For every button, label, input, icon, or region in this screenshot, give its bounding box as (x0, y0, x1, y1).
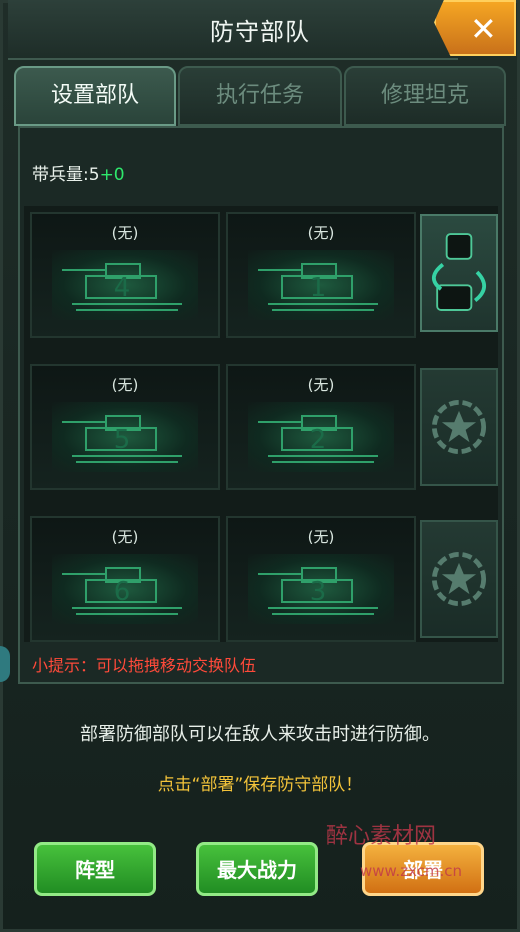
close-icon: ✕ (470, 10, 497, 48)
slot-empty-label: (无) (307, 376, 335, 394)
slot-number: 6 (114, 577, 131, 607)
locked-row-3 (420, 520, 498, 638)
tank-silhouette-icon: 1 (258, 263, 378, 311)
star-emblem-icon (431, 551, 487, 607)
tab-repair[interactable]: 修理坦克 (344, 66, 506, 126)
tank-silhouette-icon: 6 (62, 567, 182, 615)
tank-silhouette-icon: 2 (258, 415, 378, 463)
troop-label: 带兵量: (32, 165, 89, 185)
tank-slot-2[interactable]: (无) 2 (226, 364, 416, 490)
watermark-url: www.zxcm.cn (360, 862, 463, 880)
tank-silhouette-icon: 3 (258, 567, 378, 615)
tab-label: 执行任务 (215, 83, 304, 108)
watermark-text: 醉心素材网 (326, 824, 437, 849)
slot-empty-label: (无) (111, 528, 139, 546)
tank-slot-3[interactable]: (无) 3 (226, 516, 416, 642)
tab-mission[interactable]: 执行任务 (178, 66, 342, 126)
tab-label: 设置部队 (50, 83, 139, 108)
tab-label: 修理坦克 (380, 83, 469, 108)
swap-formation-button[interactable] (420, 214, 498, 332)
troop-base: 5 (88, 165, 100, 185)
star-emblem-icon (431, 399, 487, 455)
slot-empty-label: (无) (111, 376, 139, 394)
slot-number: 4 (114, 273, 131, 303)
slot-empty-label: (无) (111, 224, 139, 242)
slot-number: 5 (114, 425, 131, 455)
slot-number: 2 (310, 425, 327, 455)
tank-silhouette-icon: 5 (62, 415, 182, 463)
side-drawer-handle[interactable] (0, 646, 10, 682)
troop-bonus: +0 (99, 165, 125, 185)
defense-description: 部署防御部队可以在敌人来攻击时进行防御。 (80, 724, 440, 745)
slot-empty-label: (无) (307, 528, 335, 546)
tank-silhouette-icon: 4 (62, 263, 182, 311)
tank-slot-4[interactable]: (无) 4 (30, 212, 220, 338)
tank-slot-6[interactable]: (无) 6 (30, 516, 220, 642)
tank-slot-1[interactable]: (无) 1 (226, 212, 416, 338)
swap-icon (431, 233, 487, 311)
slot-number: 1 (310, 273, 327, 303)
formation-button[interactable]: 阵型 (34, 842, 156, 896)
tank-slot-5[interactable]: (无) 5 (30, 364, 220, 490)
drag-tip: 小提示：可以拖拽移动交换队伍 (32, 656, 257, 675)
tab-setup[interactable]: 设置部队 (14, 66, 176, 126)
deploy-hint: 点击“部署”保存防守部队！ (157, 775, 363, 795)
troop-capacity: 带兵量:5+0 (32, 160, 125, 185)
locked-row-2 (420, 368, 498, 486)
max-power-button[interactable]: 最大战力 (196, 842, 318, 896)
slot-number: 3 (310, 577, 327, 607)
slot-empty-label: (无) (307, 224, 335, 242)
